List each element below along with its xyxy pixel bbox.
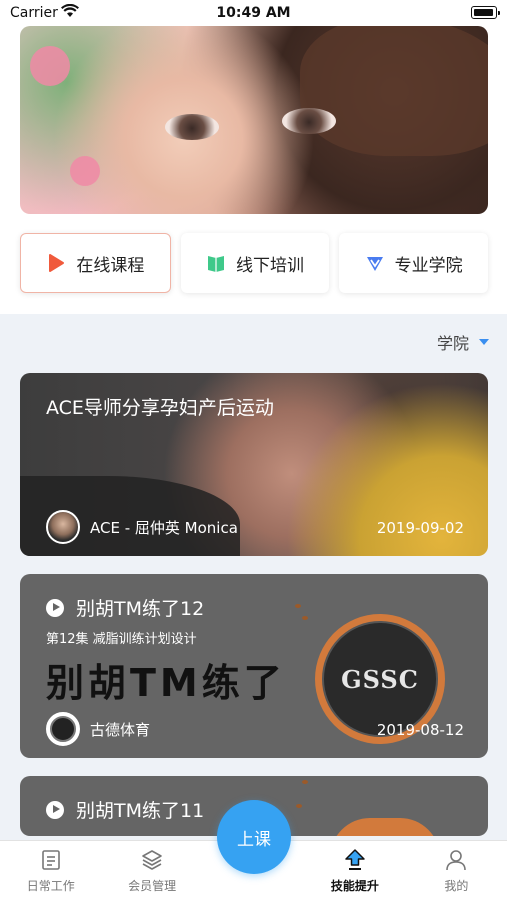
document-icon (41, 849, 60, 870)
play-circle-icon (46, 598, 64, 617)
cover-decoration (302, 616, 308, 620)
nav-label: 会员管理 (128, 878, 177, 893)
nav-label: 技能提升 (330, 878, 379, 893)
course-card[interactable]: 别胡TM练了12 第12集 减脂训练计划设计 别胡TM练了 GSSC 古德体育 … (20, 574, 488, 758)
category-tabs: 在线课程 线下培训 专业学院 (20, 233, 489, 293)
tab-label: 在线课程 (76, 255, 145, 276)
top-section: 在线课程 线下培训 专业学院 (0, 26, 507, 314)
tab-label: 线下培训 (236, 255, 304, 276)
course-title: 别胡TM练了12 (76, 598, 205, 620)
hero-decoration (300, 26, 488, 156)
course-author: 古德体育 (46, 712, 150, 746)
book-icon (208, 256, 224, 272)
cover-decoration (302, 780, 308, 784)
course-title: ACE导师分享孕妇产后运动 (46, 397, 274, 419)
nav-mine[interactable]: 我的 (406, 841, 507, 900)
caret-down-icon (479, 339, 489, 345)
play-circle-icon (46, 800, 64, 819)
hero-decoration (282, 108, 336, 134)
filter-label: 学院 (436, 334, 469, 353)
nav-label: 我的 (444, 878, 469, 893)
nav-member-management[interactable]: 会员管理 (101, 841, 202, 900)
v-badge-icon (366, 257, 383, 271)
hero-decoration (70, 156, 100, 186)
play-icon (49, 254, 65, 272)
logo-text: GSSC (322, 621, 438, 737)
gssc-logo (330, 818, 440, 836)
start-class-button[interactable]: 上课 (217, 800, 291, 874)
academy-filter-dropdown[interactable]: 学院 (437, 330, 489, 354)
nav-daily-work[interactable]: 日常工作 (0, 841, 101, 900)
author-name: ACE - 屈仲英 Monica (90, 518, 238, 537)
avatar (46, 712, 80, 746)
course-date: 2019-09-02 (376, 519, 464, 537)
layers-icon (142, 849, 162, 870)
course-episode: 第12集 减脂训练计划设计 (46, 632, 197, 647)
course-author: ACE - 屈仲英 Monica (46, 510, 238, 544)
hero-decoration (165, 114, 219, 140)
author-name: 古德体育 (90, 720, 151, 739)
tab-label: 专业学院 (394, 255, 463, 276)
hero-banner-image[interactable] (20, 26, 488, 214)
cover-decoration (295, 604, 301, 608)
tab-online-courses[interactable]: 在线课程 (20, 233, 171, 293)
status-time: 10:49 AM (216, 5, 291, 21)
course-date: 2019-08-12 (376, 721, 464, 739)
hero-decoration (30, 46, 70, 86)
upload-arrow-icon (345, 848, 365, 870)
avatar (46, 510, 80, 544)
status-bar: Carrier 10:49 AM (0, 0, 507, 26)
cover-decoration (296, 804, 302, 808)
battery-icon (471, 6, 500, 19)
tab-professional-academy[interactable]: 专业学院 (339, 233, 489, 293)
tab-offline-training[interactable]: 线下培训 (180, 233, 330, 293)
course-card[interactable]: ACE导师分享孕妇产后运动 ACE - 屈仲英 Monica 2019-09-0… (20, 373, 488, 556)
course-title-row: 别胡TM练了12 (46, 594, 204, 621)
person-icon (446, 849, 467, 870)
nav-label: 日常工作 (26, 878, 75, 893)
start-class-label: 上课 (237, 829, 271, 850)
nav-skill-improvement[interactable]: 技能提升 (304, 841, 405, 900)
course-title-row: 别胡TM练了11 (46, 796, 204, 823)
course-cover-text: 别胡TM练了 (46, 661, 286, 705)
course-title: 别胡TM练了11 (76, 800, 205, 822)
